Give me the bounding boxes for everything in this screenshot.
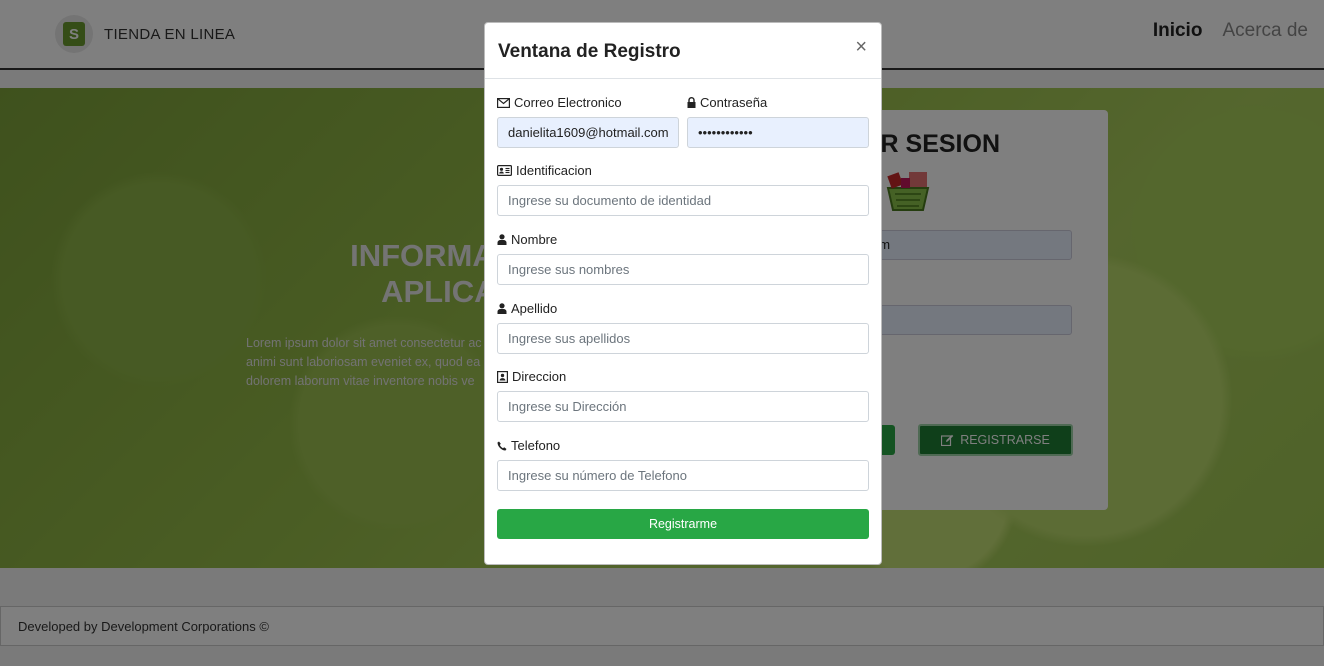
phone-label-text: Telefono bbox=[511, 438, 561, 453]
name-field[interactable] bbox=[497, 254, 869, 285]
email-field[interactable] bbox=[497, 117, 679, 148]
password-field[interactable] bbox=[687, 117, 869, 148]
lastname-field[interactable] bbox=[497, 323, 869, 354]
close-icon[interactable]: × bbox=[855, 37, 867, 57]
lastname-label: Apellido bbox=[497, 301, 557, 316]
id-label-text: Identificacion bbox=[516, 163, 592, 178]
registration-modal: Ventana de Registro × Correo Electronico… bbox=[484, 22, 882, 565]
address-label-text: Direccion bbox=[512, 369, 567, 384]
modal-header: Ventana de Registro × bbox=[485, 23, 881, 79]
name-label-text: Nombre bbox=[511, 232, 558, 247]
password-label-text: Contraseña bbox=[700, 95, 768, 110]
address-card-icon bbox=[497, 370, 508, 383]
lock-icon bbox=[687, 97, 696, 108]
address-field[interactable] bbox=[497, 391, 869, 422]
email-label-text: Correo Electronico bbox=[514, 95, 622, 110]
user-icon bbox=[497, 303, 507, 314]
phone-field[interactable] bbox=[497, 460, 869, 491]
address-label: Direccion bbox=[497, 369, 566, 384]
registrarme-button[interactable]: Registrarme bbox=[497, 509, 869, 539]
id-card-icon bbox=[497, 165, 512, 176]
id-field[interactable] bbox=[497, 185, 869, 216]
password-label: Contraseña bbox=[687, 95, 767, 110]
id-label: Identificacion bbox=[497, 163, 592, 178]
lastname-label-text: Apellido bbox=[511, 301, 558, 316]
phone-icon bbox=[497, 441, 507, 450]
phone-label: Telefono bbox=[497, 438, 560, 453]
envelope-icon bbox=[497, 97, 510, 108]
user-icon bbox=[497, 234, 507, 245]
email-label: Correo Electronico bbox=[497, 95, 622, 110]
modal-title: Ventana de Registro bbox=[498, 41, 681, 62]
name-label: Nombre bbox=[497, 232, 557, 247]
